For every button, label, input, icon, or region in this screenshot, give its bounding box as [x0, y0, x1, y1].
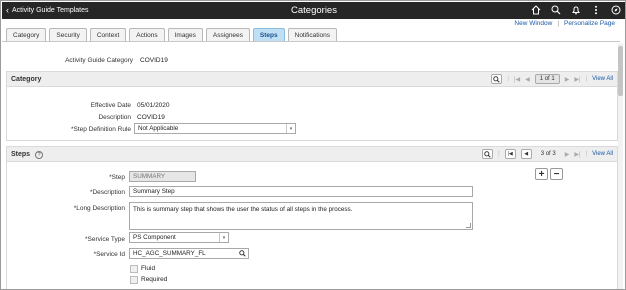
first-row-icon[interactable]: |◀ — [514, 76, 520, 83]
service-id-field[interactable]: HC_AGC_SUMMARY_FL — [129, 248, 249, 259]
chevron-down-icon: ▾ — [286, 124, 295, 133]
resize-handle[interactable] — [466, 223, 471, 228]
tab-divider — [2, 41, 620, 42]
find-button[interactable] — [482, 149, 494, 159]
tab-security[interactable]: Security — [49, 28, 87, 41]
required-checkbox[interactable] — [130, 276, 138, 284]
effective-date-label: Effective Date — [90, 102, 131, 109]
category-pager: | |◀ ◀ 1 of 1 ▶ ▶| | View All — [491, 74, 613, 84]
description-value: COVID19 — [137, 114, 165, 121]
steps-title-text: Steps — [11, 151, 31, 158]
service-type-label: *Service Type — [85, 236, 125, 243]
find-button[interactable] — [491, 74, 503, 84]
actions-menu-icon[interactable] — [590, 4, 602, 16]
home-icon[interactable] — [530, 4, 542, 16]
lookup-icon[interactable] — [239, 250, 246, 259]
steps-section-header: Steps ? | |◀ ◀ 3 of 3 ▶ ▶| | View All — [6, 146, 618, 162]
pager-divider: | — [507, 76, 509, 82]
previous-row-icon[interactable]: ◀ — [520, 149, 532, 159]
view-all-link[interactable]: View All — [592, 151, 613, 157]
required-label: Required — [141, 276, 168, 283]
header-bar: ‹ Activity Guide Templates Categories — [2, 2, 625, 19]
step-rule-select[interactable]: Not Applicable ▾ — [134, 123, 296, 134]
tab-context[interactable]: Context — [89, 28, 127, 41]
long-description-label: *Long Description — [73, 205, 125, 212]
long-description-field[interactable]: This is summary step that shows the user… — [129, 202, 473, 230]
page-frame: ‹ Activity Guide Templates Categories Ne… — [0, 0, 626, 290]
service-type-select[interactable]: PS Component ▾ — [129, 232, 229, 243]
step-description-label: *Description — [89, 189, 125, 196]
new-window-link[interactable]: New Window — [514, 20, 552, 27]
description-label: Description — [98, 114, 131, 121]
tab-actions[interactable]: Actions — [129, 28, 165, 41]
row-count: 3 of 3 — [540, 151, 556, 157]
category-field-value: COVID19 — [140, 57, 168, 64]
first-row-icon[interactable]: |◀ — [504, 149, 516, 159]
next-row-icon[interactable]: ▶ — [565, 76, 570, 83]
step-label: *Step — [109, 174, 125, 181]
category-section-header: Category | |◀ ◀ 1 of 1 ▶ ▶| | View All — [6, 71, 618, 87]
pager-divider: | — [498, 151, 500, 157]
previous-row-icon[interactable]: ◀ — [525, 76, 530, 83]
tab-category[interactable]: Category — [6, 28, 47, 41]
personalize-page-link[interactable]: Personalize Page — [564, 20, 615, 27]
search-icon[interactable] — [550, 4, 562, 16]
tab-assignees[interactable]: Assignees — [205, 28, 250, 41]
tab-images[interactable]: Images — [167, 28, 203, 41]
steps-section-title: Steps ? — [11, 151, 44, 159]
service-type-value: PS Component — [133, 234, 176, 241]
next-row-icon[interactable]: ▶ — [565, 151, 570, 158]
pager-divider: | — [585, 76, 588, 82]
add-row-button[interactable]: + — [535, 168, 548, 180]
row-count: 1 of 1 — [534, 74, 560, 84]
delete-row-button[interactable]: − — [550, 168, 563, 180]
help-icon[interactable]: ? — [35, 151, 44, 159]
service-id-value: HC_AGC_SUMMARY_FL — [133, 250, 206, 257]
category-field-label: Activity Guide Category — [65, 57, 133, 64]
step-field: SUMMARY — [129, 171, 196, 182]
notification-icon[interactable] — [570, 4, 582, 16]
service-id-label: *Service Id — [93, 251, 125, 258]
last-row-icon[interactable]: ▶| — [574, 151, 580, 158]
tab-notifications[interactable]: Notifications — [287, 28, 338, 41]
link-separator: | — [557, 20, 560, 27]
tab-bar: Category Security Context Actions Images… — [6, 28, 338, 41]
view-all-link[interactable]: View All — [592, 76, 613, 82]
fluid-label: Fluid — [141, 265, 156, 272]
step-rule-value: Not Applicable — [138, 125, 179, 132]
last-row-icon[interactable]: ▶| — [574, 76, 580, 83]
long-description-value: This is summary step that shows the user… — [133, 206, 353, 213]
pager-divider: | — [585, 151, 588, 157]
fluid-checkbox — [130, 265, 138, 273]
header-actions — [530, 4, 622, 16]
chevron-down-icon: ▾ — [219, 233, 228, 242]
scrollbar-thumb[interactable] — [618, 46, 623, 96]
steps-pager: | |◀ ◀ 3 of 3 ▶ ▶| | View All — [482, 149, 613, 159]
tab-steps[interactable]: Steps — [252, 28, 285, 41]
page-links: New Window | Personalize Page — [514, 20, 615, 27]
step-description-field[interactable]: Summary Step — [129, 186, 473, 197]
effective-date-value: 05/01/2020 — [137, 102, 170, 109]
category-section-title: Category — [11, 76, 42, 83]
navbar-icon[interactable] — [610, 4, 622, 16]
step-rule-label: *Step Definition Rule — [71, 126, 131, 133]
